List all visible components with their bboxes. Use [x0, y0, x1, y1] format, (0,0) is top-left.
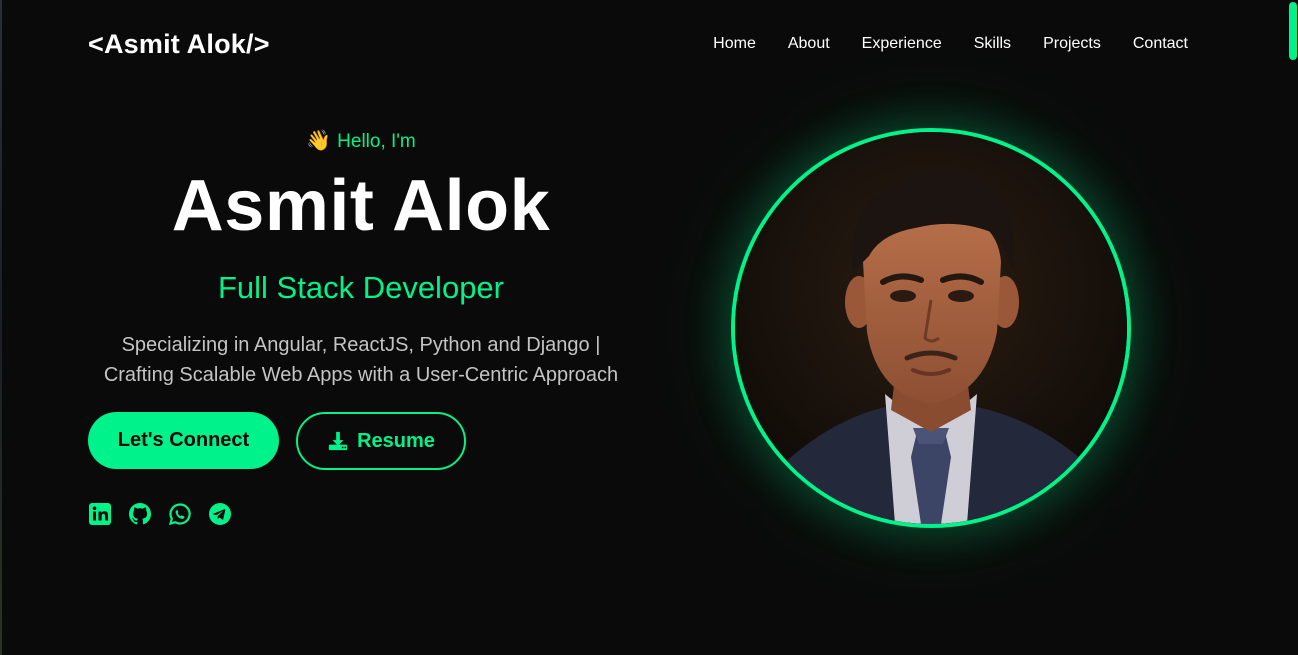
- resume-button[interactable]: Resume: [296, 412, 466, 470]
- social-links: [88, 502, 232, 526]
- scrollbar-thumb[interactable]: [1289, 2, 1297, 60]
- main-nav: Home About Experience Skills Projects Co…: [713, 35, 1188, 53]
- linkedin-icon[interactable]: [88, 502, 112, 526]
- profile-photo-frame: [731, 128, 1131, 528]
- whatsapp-icon[interactable]: [168, 502, 192, 526]
- profile-photo: [731, 128, 1131, 528]
- hero-actions: Let's Connect Resume: [88, 412, 466, 470]
- greeting-text: Hello, I'm: [337, 131, 416, 152]
- hero-intro: 👋 Hello, I'm Asmit Alok Full Stack Develo…: [88, 126, 634, 390]
- nav-contact[interactable]: Contact: [1133, 35, 1188, 53]
- tagline-line-1: Specializing in Angular, ReactJS, Python…: [121, 334, 601, 356]
- nav-experience[interactable]: Experience: [862, 35, 942, 53]
- tagline-line-2: Crafting Scalable Web Apps with a User-C…: [103, 364, 619, 386]
- window-edge: [0, 0, 2, 655]
- nav-skills[interactable]: Skills: [974, 35, 1011, 53]
- waving-hand-icon: 👋: [306, 130, 332, 152]
- portrait-illustration: [735, 132, 1127, 524]
- lets-connect-button[interactable]: Let's Connect: [88, 412, 279, 469]
- resume-label: Resume: [357, 429, 435, 452]
- hero-name: Asmit Alok: [171, 166, 551, 246]
- greeting: 👋 Hello, I'm: [88, 126, 634, 156]
- hero-tagline: Specializing in Angular, ReactJS, Python…: [88, 330, 634, 390]
- telegram-icon[interactable]: [208, 502, 232, 526]
- nav-home[interactable]: Home: [713, 35, 756, 53]
- nav-about[interactable]: About: [788, 35, 830, 53]
- site-header: <Asmit Alok/> Home About Experience Skil…: [88, 24, 1188, 64]
- download-icon: [328, 431, 348, 451]
- nav-projects[interactable]: Projects: [1043, 35, 1101, 53]
- github-icon[interactable]: [128, 502, 152, 526]
- hero-role: Full Stack Developer: [217, 270, 504, 305]
- site-logo[interactable]: <Asmit Alok/>: [88, 29, 270, 60]
